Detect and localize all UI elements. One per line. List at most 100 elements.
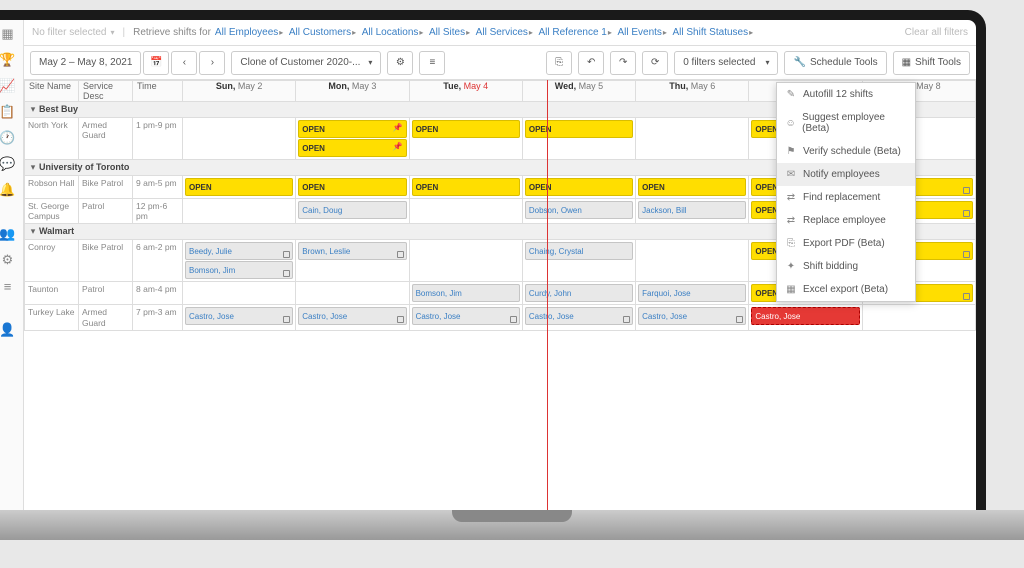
filter-link[interactable]: All Sites bbox=[429, 27, 465, 38]
settings-icon[interactable]: ⚙ bbox=[387, 51, 413, 75]
filter-link[interactable]: All Locations bbox=[362, 27, 419, 38]
shift-block[interactable]: Dobson, Owen bbox=[525, 201, 633, 219]
shift-block[interactable]: Bomson, Jim bbox=[185, 261, 293, 279]
shift-block[interactable]: Castro, Jose bbox=[751, 307, 859, 325]
list-icon[interactable]: ≡ bbox=[0, 278, 16, 294]
shift-block[interactable]: Brown, Leslie bbox=[298, 242, 406, 260]
shift-block[interactable]: Castro, Jose bbox=[185, 307, 293, 325]
menu-item[interactable]: ▦Excel export (Beta) bbox=[777, 278, 915, 301]
schedule-tools-button[interactable]: 🔧Schedule Tools bbox=[784, 51, 886, 75]
day-cell[interactable] bbox=[636, 118, 749, 160]
day-cell[interactable]: Curdy, John bbox=[522, 282, 635, 305]
clear-filters[interactable]: Clear all filters bbox=[905, 27, 968, 38]
shift-block[interactable]: OPEN bbox=[525, 178, 633, 196]
filter-link[interactable]: All Reference 1 bbox=[539, 27, 607, 38]
menu-item[interactable]: ✎Autofill 12 shifts bbox=[777, 83, 915, 106]
day-cell[interactable]: OPEN bbox=[296, 176, 409, 199]
undo-icon[interactable]: ↶ bbox=[578, 51, 604, 75]
menu-item[interactable]: ✉Notify employees bbox=[777, 163, 915, 186]
shift-block[interactable]: Castro, Jose bbox=[412, 307, 520, 325]
shift-block[interactable]: OPEN📌 bbox=[298, 139, 406, 157]
day-cell[interactable]: Castro, Jose bbox=[522, 305, 635, 330]
shift-block[interactable]: Bomson, Jim bbox=[412, 284, 520, 302]
shift-block[interactable]: Cain, Doug bbox=[298, 201, 406, 219]
grid-icon[interactable]: ▦ bbox=[0, 26, 16, 42]
day-cell[interactable] bbox=[183, 282, 296, 305]
day-cell[interactable]: Cain, Doug bbox=[296, 199, 409, 224]
copy-icon[interactable]: ⎘ bbox=[546, 51, 572, 75]
day-cell[interactable] bbox=[183, 199, 296, 224]
clipboard-icon[interactable]: 📋 bbox=[0, 104, 16, 120]
filter-link[interactable]: All Shift Statuses bbox=[673, 27, 749, 38]
day-cell[interactable]: Jackson, Bill bbox=[636, 199, 749, 224]
user-icon[interactable]: 👤 bbox=[0, 322, 16, 338]
day-cell[interactable]: OPEN📌OPEN📌 bbox=[296, 118, 409, 160]
next-week[interactable]: › bbox=[199, 51, 225, 75]
day-cell[interactable]: OPEN bbox=[183, 176, 296, 199]
day-cell[interactable] bbox=[862, 305, 975, 330]
menu-item[interactable]: ⚑Verify schedule (Beta) bbox=[777, 140, 915, 163]
day-cell[interactable]: Beedy, JulieBomson, Jim bbox=[183, 240, 296, 282]
shift-block[interactable]: Jackson, Bill bbox=[638, 201, 746, 219]
shift-block[interactable]: OPEN📌 bbox=[298, 120, 406, 138]
day-cell[interactable]: Dobson, Owen bbox=[522, 199, 635, 224]
day-cell[interactable] bbox=[183, 118, 296, 160]
day-cell[interactable]: Farquoi, Jose bbox=[636, 282, 749, 305]
day-cell[interactable]: OPEN bbox=[636, 176, 749, 199]
day-cell[interactable] bbox=[409, 240, 522, 282]
shift-block[interactable]: Curdy, John bbox=[525, 284, 633, 302]
day-cell[interactable]: Castro, Jose bbox=[636, 305, 749, 330]
refresh-icon[interactable]: ⟳ bbox=[642, 51, 668, 75]
day-cell[interactable]: Castro, Jose bbox=[183, 305, 296, 330]
filter-link[interactable]: All Customers bbox=[289, 27, 351, 38]
day-cell[interactable]: OPEN bbox=[522, 118, 635, 160]
filter-link[interactable]: All Events bbox=[617, 27, 661, 38]
day-cell[interactable]: Bomson, Jim bbox=[409, 282, 522, 305]
trophy-icon[interactable]: 🏆 bbox=[0, 52, 16, 68]
menu-item[interactable]: ✦Shift bidding bbox=[777, 255, 915, 278]
clock-icon[interactable]: 🕐 bbox=[0, 130, 16, 146]
shift-block[interactable]: OPEN bbox=[412, 120, 520, 138]
shift-block[interactable]: Chaing, Crystal bbox=[525, 242, 633, 260]
day-cell[interactable]: OPEN bbox=[409, 176, 522, 199]
chart-icon[interactable]: 📈 bbox=[0, 78, 16, 94]
day-cell[interactable]: OPEN bbox=[522, 176, 635, 199]
gear-icon[interactable]: ⚙ bbox=[0, 252, 16, 268]
redo-icon[interactable]: ↷ bbox=[610, 51, 636, 75]
prev-week[interactable]: ‹ bbox=[171, 51, 197, 75]
shift-block[interactable]: OPEN bbox=[298, 178, 406, 196]
day-cell[interactable]: Castro, Jose bbox=[749, 305, 862, 330]
shift-block[interactable]: OPEN bbox=[412, 178, 520, 196]
day-cell[interactable]: Castro, Jose bbox=[296, 305, 409, 330]
menu-item[interactable]: ☺Suggest employee (Beta) bbox=[777, 106, 915, 140]
shift-tools-button[interactable]: ▦Shift Tools bbox=[893, 51, 970, 75]
filter-link[interactable]: All Services bbox=[476, 27, 528, 38]
shift-block[interactable]: Castro, Jose bbox=[298, 307, 406, 325]
shift-block[interactable]: Farquoi, Jose bbox=[638, 284, 746, 302]
day-cell[interactable] bbox=[296, 282, 409, 305]
shift-block[interactable]: OPEN bbox=[525, 120, 633, 138]
day-cell[interactable] bbox=[636, 240, 749, 282]
menu-item[interactable]: ⎘Export PDF (Beta) bbox=[777, 232, 915, 255]
view-select[interactable]: Clone of Customer 2020-...▾ bbox=[231, 51, 381, 75]
menu-item[interactable]: ⇄Replace employee bbox=[777, 209, 915, 232]
date-range[interactable]: May 2 – May 8, 2021 bbox=[30, 51, 141, 75]
bell-icon[interactable]: 🔔 bbox=[0, 182, 16, 198]
day-cell[interactable]: Chaing, Crystal bbox=[522, 240, 635, 282]
filter-link[interactable]: All Employees bbox=[215, 27, 278, 38]
day-cell[interactable] bbox=[409, 199, 522, 224]
day-cell[interactable]: Brown, Leslie bbox=[296, 240, 409, 282]
shift-block[interactable]: Beedy, Julie bbox=[185, 242, 293, 260]
shift-block[interactable]: Castro, Jose bbox=[638, 307, 746, 325]
users-icon[interactable]: 👥 bbox=[0, 226, 16, 242]
menu-item[interactable]: ⇄Find replacement bbox=[777, 186, 915, 209]
sliders-icon[interactable]: ≡ bbox=[419, 51, 445, 75]
shift-block[interactable]: OPEN bbox=[638, 178, 746, 196]
filters-selected[interactable]: 0 filters selected▾ bbox=[674, 51, 778, 75]
calendar-icon[interactable]: 📅 bbox=[143, 51, 169, 75]
chat-icon[interactable]: 💬 bbox=[0, 156, 16, 172]
shift-block[interactable]: OPEN bbox=[185, 178, 293, 196]
shift-block[interactable]: Castro, Jose bbox=[525, 307, 633, 325]
filter-none[interactable]: No filter selected bbox=[32, 27, 106, 38]
day-cell[interactable]: Castro, Jose bbox=[409, 305, 522, 330]
